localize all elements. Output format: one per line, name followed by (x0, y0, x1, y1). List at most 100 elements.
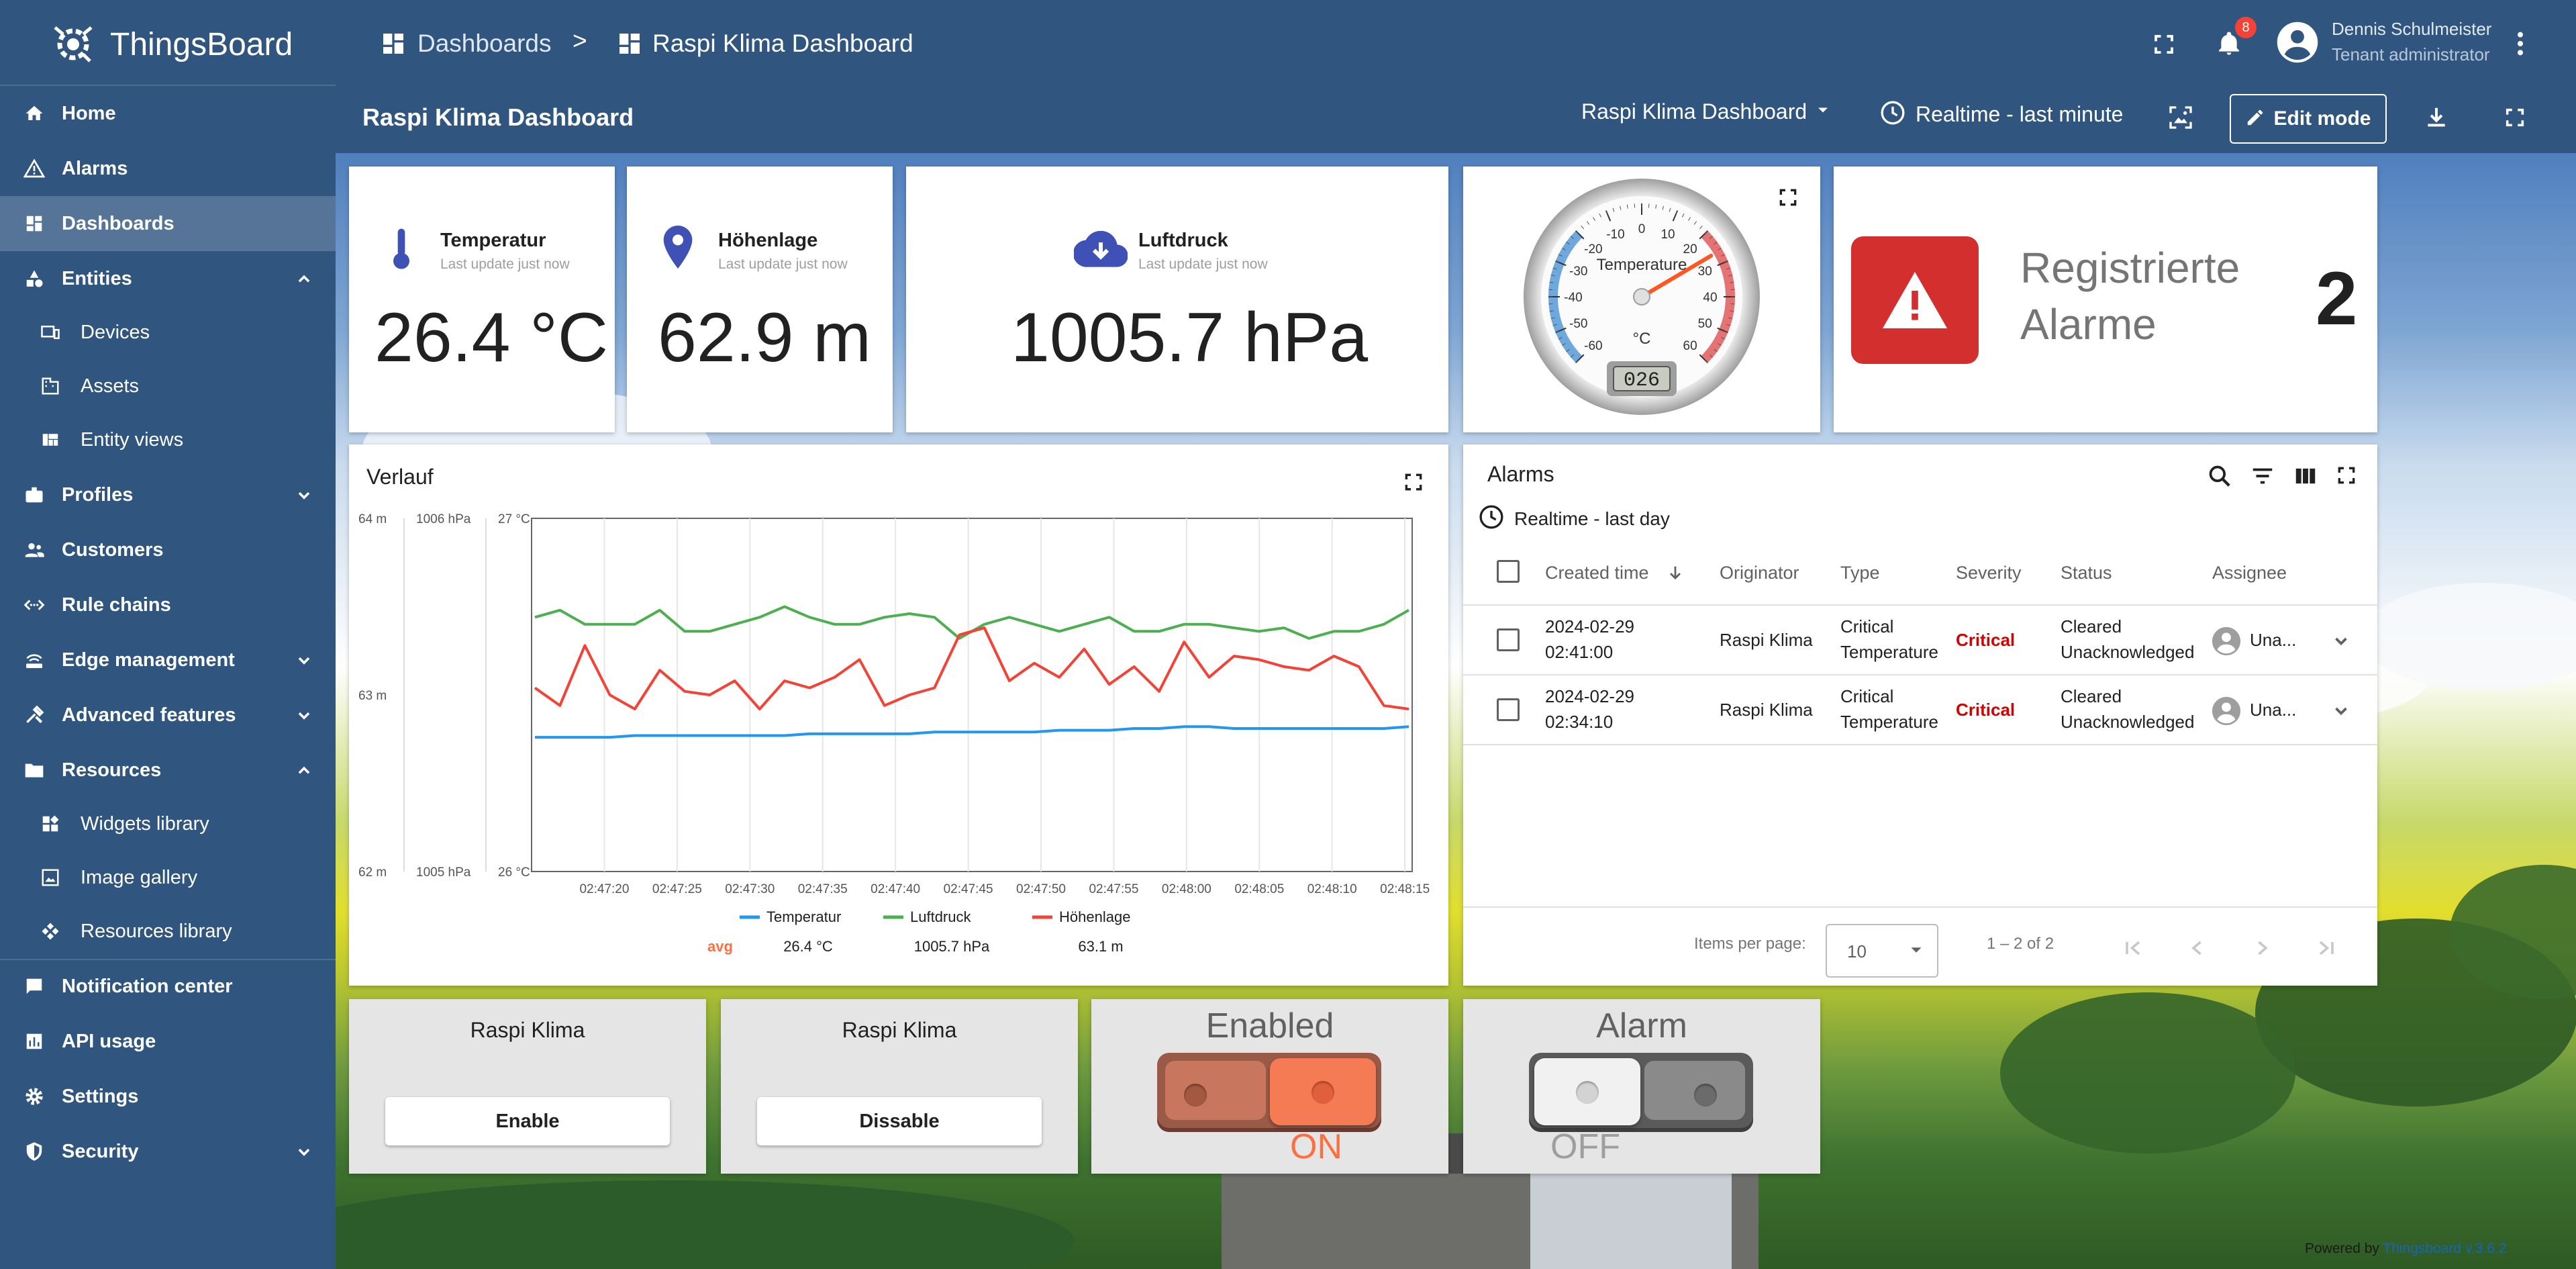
sidebar-item-api-usage[interactable]: API usage (0, 1014, 336, 1069)
edit-icon (2245, 107, 2265, 131)
sidebar-item-resources-library[interactable]: Resources library (0, 904, 336, 959)
disable-button[interactable]: Dissable (757, 1097, 1042, 1145)
column-header-type[interactable]: Type (1840, 563, 1880, 583)
gauge-tick-label: -10 (1606, 228, 1624, 242)
alarm-count-value: 2 (2316, 256, 2358, 340)
alarm-status-line2: Unacknowledged (2061, 712, 2195, 732)
expand-more-icon[interactable] (2329, 628, 2353, 656)
logo-text: ThingsBoard (110, 26, 293, 62)
legend-avg-value: 63.1 m (1078, 938, 1123, 955)
sidebar-item-label: Devices (81, 321, 150, 343)
sidebar-item-security[interactable]: Security (0, 1124, 336, 1179)
next-page-icon[interactable] (2250, 936, 2274, 963)
sidebar-item-label: Resources library (81, 920, 232, 942)
sidebar-item-settings[interactable]: Settings (0, 1069, 336, 1124)
view-column-icon[interactable] (2293, 463, 2318, 492)
logo[interactable]: ThingsBoard (48, 17, 293, 71)
sidebar-item-alarms[interactable]: Alarms (0, 141, 336, 196)
alarm-count-label-line2: Alarme (2020, 300, 2157, 348)
dashboard-select[interactable]: Raspi Klima Dashboard (1581, 99, 1832, 124)
arrow-downward-icon[interactable] (1666, 563, 1685, 586)
items-per-page-label: Items per page: (1694, 935, 1806, 953)
sidebar-item-entities[interactable]: Entities (0, 251, 336, 306)
sidebar-item-label: API usage (62, 1030, 156, 1052)
gauge-tick-label: 50 (1698, 317, 1712, 331)
column-header-severity[interactable]: Severity (1956, 563, 2022, 583)
enabled-toggle-switch[interactable] (1157, 1053, 1381, 1132)
table-row[interactable]: 2024-02-29 02:41:00 Raspi Klima Critical… (1463, 606, 2377, 675)
sidebar-item-image-gallery[interactable]: Image gallery (0, 850, 336, 905)
card-subtitle: Last update just now (1138, 256, 1268, 272)
alarm-toggle-switch[interactable] (1529, 1053, 1753, 1132)
sidebar-item-resources[interactable]: Resources (0, 743, 336, 798)
previous-page-icon[interactable] (2185, 936, 2210, 963)
legend-avg-label: avg (707, 938, 733, 955)
sidebar-item-entity-views[interactable]: Entity views (0, 412, 336, 467)
alarm-assignee[interactable]: Una... (2250, 627, 2296, 653)
page-size-select[interactable]: 10 (1826, 924, 1938, 978)
fullscreen-icon[interactable] (2336, 465, 2357, 489)
timewindow-button[interactable]: Realtime - last minute (1879, 99, 2123, 130)
sidebar-item-label: Advanced features (62, 704, 236, 726)
alarm-assignee[interactable]: Una... (2250, 697, 2296, 722)
row-checkbox[interactable] (1497, 698, 1520, 721)
sidebar-item-rule-chains[interactable]: Rule chains (0, 577, 336, 632)
column-header-created-time[interactable]: Created time (1545, 563, 1649, 583)
edit-mode-button[interactable]: Edit mode (2230, 94, 2387, 144)
y-tick-label: 62 m (358, 865, 387, 880)
switch-title: Enabled (1205, 1006, 1334, 1045)
download-icon[interactable] (2421, 102, 2452, 133)
search-icon[interactable] (2207, 463, 2232, 492)
enable-button[interactable]: Enable (385, 1097, 670, 1145)
table-row[interactable]: 2024-02-29 02:34:10 Raspi Klima Critical… (1463, 675, 2377, 745)
y-tick-label: 64 m (358, 512, 387, 526)
fullscreen-icon[interactable] (1777, 187, 1799, 211)
sidebar-item-dashboards[interactable]: Dashboards (0, 196, 336, 251)
dashboard-icon (616, 30, 643, 60)
dashboard-canvas: Temperatur Last update just now 26.4 °C … (336, 153, 2576, 1269)
column-header-status[interactable]: Status (2061, 563, 2112, 583)
sidebar-item-profiles[interactable]: Profiles (0, 467, 336, 522)
cloud-download-icon (1073, 230, 1128, 271)
column-header-assignee[interactable]: Assignee (2212, 563, 2287, 583)
sidebar-item-home[interactable]: Home (0, 86, 336, 141)
first-page-icon[interactable] (2121, 936, 2145, 963)
account-circle-icon[interactable] (2275, 20, 2320, 68)
y-tick-label: 1005 hPa (416, 865, 471, 880)
fullscreen-icon[interactable] (2499, 102, 2530, 133)
sidebar-item-widgets-library[interactable]: Widgets library (0, 796, 336, 851)
sidebar-item-notification-center[interactable]: Notification center (0, 959, 336, 1014)
more-vert-icon[interactable] (2507, 27, 2534, 60)
row-checkbox[interactable] (1497, 628, 1520, 651)
sidebar-item-customers[interactable]: Customers (0, 522, 336, 577)
breadcrumb-dashboards[interactable]: Dashboards (417, 30, 552, 58)
alarms-timewindow-button[interactable]: Realtime - last day (1478, 504, 1670, 534)
gauge-tick-label: -30 (1569, 265, 1587, 279)
fullscreen-icon[interactable] (2148, 28, 2180, 60)
account-circle-icon (2211, 696, 2242, 730)
sidebar-item-label: Resources (62, 759, 162, 781)
pressure-value: 1005.7 hPa (1011, 299, 1369, 377)
wallpaper-icon[interactable] (2165, 102, 2196, 133)
image-icon (39, 866, 62, 889)
entities-icon (23, 267, 46, 290)
enabled-switch-card: Enabled ON (1091, 999, 1448, 1174)
sidebar-item-assets[interactable]: Assets (0, 359, 336, 414)
select-all-checkbox[interactable] (1497, 560, 1520, 583)
powered-by-label: Powered by (2305, 1241, 2379, 1256)
version-link[interactable]: Thingsboard v.3.6.2 (2383, 1241, 2506, 1256)
sidebar-item-edge-management[interactable]: Edge management (0, 632, 336, 688)
thermometer-icon (389, 227, 413, 273)
series-line-0 (535, 725, 1409, 739)
legend-label: Höhenlage (1059, 908, 1130, 925)
alarm-type-line2: Temperature (1840, 642, 1938, 662)
alarms-timewindow-label: Realtime - last day (1514, 508, 1670, 529)
filter-list-icon[interactable] (2250, 463, 2275, 492)
arrow-drop-down-icon (1814, 101, 1832, 123)
expand-more-icon[interactable] (2329, 698, 2353, 726)
column-header-originator[interactable]: Originator (1720, 563, 1799, 583)
sidebar-item-devices[interactable]: Devices (0, 305, 336, 360)
sidebar-item-advanced-features[interactable]: Advanced features (0, 688, 336, 743)
last-page-icon[interactable] (2314, 936, 2338, 963)
x-tick-label: 02:48:05 (1234, 882, 1284, 896)
